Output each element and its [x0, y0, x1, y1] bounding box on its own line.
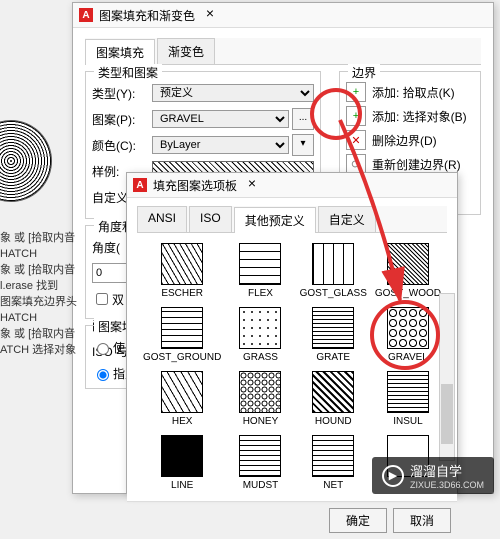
- titlebar: A 图案填充和渐变色 ×: [73, 3, 493, 28]
- pattern-NET[interactable]: NET: [300, 435, 367, 491]
- scroll-thumb[interactable]: [441, 384, 453, 444]
- pattern-GRATE[interactable]: GRATE: [300, 307, 367, 363]
- color-browse-button[interactable]: ▾: [292, 134, 314, 156]
- app-logo: A: [133, 178, 147, 192]
- pattern-GOST_GROUND[interactable]: GOST_GROUND: [143, 307, 221, 363]
- pattern-FLEX[interactable]: FLEX: [229, 243, 291, 299]
- pattern-GOST_GLASS[interactable]: GOST_GLASS: [300, 243, 367, 299]
- watermark-brand: 溜溜自学: [410, 461, 484, 480]
- add-pick-button[interactable]: +添加: 拾取点(K): [346, 82, 474, 102]
- console-text: 象 或 [拾取内音HATCH 象 或 [拾取内音l.erase 找到 图案填充边…: [0, 230, 100, 358]
- pattern-HEX[interactable]: HEX: [143, 371, 221, 427]
- pattern-GRAVEL[interactable]: GRAVEL: [375, 307, 441, 363]
- pattern-browse-button[interactable]: ...: [292, 108, 314, 130]
- pattern-palette-dialog: A 填充图案选项板 × ANSI ISO 其他预定义 自定义 ESCHERFLE…: [126, 172, 458, 494]
- cancel-button[interactable]: 取消: [393, 508, 451, 533]
- tab-hatch[interactable]: 图案填充: [85, 39, 155, 65]
- tab-ansi[interactable]: ANSI: [137, 206, 187, 232]
- dialog-buttons: 确定 取消: [127, 501, 457, 539]
- palette-tabs: ANSI ISO 其他预定义 自定义: [137, 206, 447, 233]
- color-label: 颜色(C):: [92, 137, 152, 154]
- tab-custom[interactable]: 自定义: [318, 206, 376, 232]
- boundary-group-label: 边界: [348, 64, 380, 81]
- palette-title: 填充图案选项板: [153, 177, 237, 194]
- pattern-INSUL[interactable]: INSUL: [375, 371, 441, 427]
- origin-spec-radio[interactable]: [97, 369, 109, 381]
- close-icon[interactable]: ×: [237, 175, 267, 195]
- watermark: ▶ 溜溜自学 ZIXUE.3D66.COM: [372, 457, 494, 494]
- pattern-GOST_WOOD[interactable]: GOST_WOOD: [375, 243, 441, 299]
- add-select-button[interactable]: +添加: 选择对象(B): [346, 106, 474, 126]
- ok-button[interactable]: 确定: [329, 508, 387, 533]
- palette-titlebar: A 填充图案选项板 ×: [127, 173, 457, 198]
- group-label: 类型和图案: [94, 64, 162, 81]
- watermark-url: ZIXUE.3D66.COM: [410, 480, 484, 490]
- pattern-HOUND[interactable]: HOUND: [300, 371, 367, 427]
- tab-gradient[interactable]: 渐变色: [157, 38, 215, 64]
- pattern-HONEY[interactable]: HONEY: [229, 371, 291, 427]
- pattern-label: 图案(P):: [92, 111, 152, 128]
- preview-circle: [0, 120, 52, 202]
- type-select[interactable]: 预定义: [152, 84, 314, 102]
- app-logo: A: [79, 8, 93, 22]
- tab-iso[interactable]: ISO: [189, 206, 232, 232]
- tab-other[interactable]: 其他预定义: [234, 207, 316, 233]
- pattern-GRASS[interactable]: GRASS: [229, 307, 291, 363]
- pattern-ESCHER[interactable]: ESCHER: [143, 243, 221, 299]
- pattern-LINE[interactable]: LINE: [143, 435, 221, 491]
- main-tabs: 图案填充 渐变色: [85, 38, 481, 65]
- recreate-boundary-button[interactable]: ⟳重新创建边界(R): [346, 154, 474, 174]
- close-icon[interactable]: ×: [195, 5, 225, 25]
- type-label: 类型(Y):: [92, 85, 152, 102]
- pattern-MUDST[interactable]: MUDST: [229, 435, 291, 491]
- play-icon: ▶: [382, 465, 404, 487]
- color-select[interactable]: ByLayer: [152, 136, 289, 154]
- remove-boundary-button[interactable]: ✕删除边界(D): [346, 130, 474, 150]
- dialog-title: 图案填充和渐变色: [99, 7, 195, 24]
- pattern-select[interactable]: GRAVEL: [152, 110, 289, 128]
- scrollbar[interactable]: [439, 293, 455, 461]
